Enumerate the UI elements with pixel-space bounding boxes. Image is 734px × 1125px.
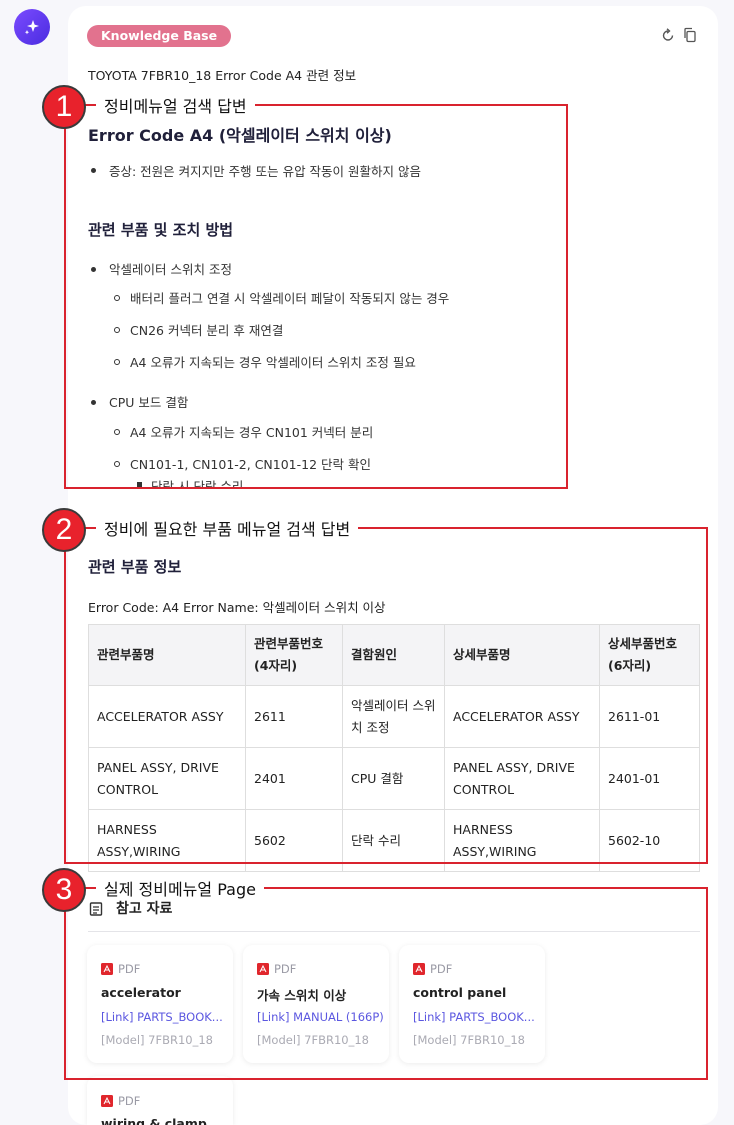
callout-box-2 <box>64 527 708 864</box>
callout-number-1: 1 <box>42 85 86 129</box>
callout-label-3: 실제 정비메뉴얼 Page <box>96 876 264 900</box>
callout-label-2: 정비에 필요한 부품 메뉴얼 검색 답변 <box>96 516 359 540</box>
callout-box-1 <box>64 104 568 489</box>
response-actions <box>660 27 698 43</box>
sparkle-icon <box>24 20 39 35</box>
callout-number-3: 3 <box>42 868 86 912</box>
callout-number-2: 2 <box>42 508 86 552</box>
refresh-icon[interactable] <box>660 27 676 43</box>
reference-name: wiring & clamp <box>101 1116 207 1125</box>
pdf-icon <box>101 1095 113 1107</box>
answer-intro: TOYOTA 7FBR10_18 Error Code A4 관련 정보 <box>88 68 357 83</box>
callout-label-1: 정비메뉴얼 검색 답변 <box>96 93 255 117</box>
file-type-label: PDF <box>118 1094 141 1108</box>
assistant-avatar <box>14 9 50 45</box>
copy-icon[interactable] <box>682 27 698 43</box>
callout-box-3 <box>64 887 708 1080</box>
knowledge-base-badge: Knowledge Base <box>87 25 232 47</box>
reference-card[interactable]: PDF wiring & clamp <box>87 1076 233 1125</box>
pdf-type: PDF <box>101 1094 140 1108</box>
